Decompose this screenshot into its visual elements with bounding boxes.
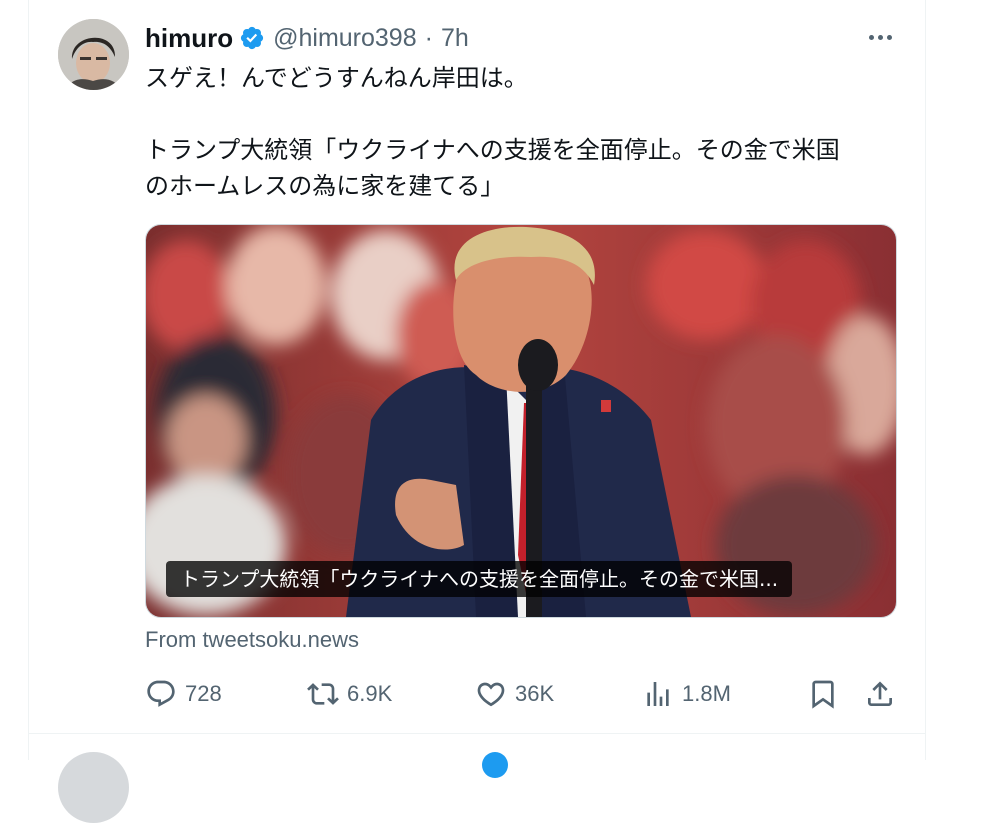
tweet-text-line: トランプ大統領「ウクライナへの支援を全面停止。その金で米国 bbox=[145, 136, 840, 164]
tweet-divider bbox=[28, 733, 925, 734]
views-button[interactable]: 1.8M bbox=[642, 674, 731, 714]
tweet-timestamp[interactable]: 7h bbox=[441, 24, 469, 53]
views-icon bbox=[647, 682, 669, 706]
more-dot bbox=[886, 34, 892, 40]
tweet-actions: 728 6.9K 36K 1.8M bbox=[145, 674, 900, 714]
author-handle[interactable]: @himuro398 bbox=[273, 24, 417, 53]
repost-count: 6.9K bbox=[347, 681, 393, 706]
header-separator: · bbox=[424, 23, 433, 52]
timeline-right-border bbox=[925, 0, 926, 760]
tweet-text-line: スゲえ！んでどうすんねん岸田は。 bbox=[145, 64, 528, 92]
bookmark-button[interactable] bbox=[807, 674, 839, 714]
link-card-caption: トランプ大統領「ウクライナへの支援を全面停止。その金で米国... bbox=[166, 561, 793, 597]
link-card-source[interactable]: From tweetsoku.news bbox=[145, 627, 359, 653]
link-card-image bbox=[146, 225, 896, 617]
heart-icon bbox=[477, 682, 505, 707]
like-button[interactable]: 36K bbox=[475, 674, 554, 714]
reply-count: 728 bbox=[185, 681, 222, 706]
avatar-image bbox=[58, 19, 129, 90]
share-icon bbox=[868, 681, 892, 706]
link-card[interactable]: トランプ大統領「ウクライナへの支援を全面停止。その金で米国... bbox=[145, 224, 897, 618]
bookmark-icon bbox=[812, 680, 834, 709]
repost-icon bbox=[307, 683, 339, 705]
tweet-text: スゲえ！んでどうすんねん岸田は。 トランプ大統領「ウクライナへの支援を全面停止。… bbox=[145, 60, 905, 204]
verified-badge-icon[interactable] bbox=[239, 25, 265, 51]
views-count: 1.8M bbox=[682, 681, 731, 706]
avatar[interactable] bbox=[58, 19, 129, 90]
next-tweet-verified-badge-icon bbox=[482, 752, 508, 778]
tweet-text-line: のホームレスの為に家を建てる」 bbox=[145, 172, 505, 200]
timeline-left-border bbox=[28, 0, 29, 760]
more-dot bbox=[868, 34, 874, 40]
author-name[interactable]: himuro bbox=[145, 23, 233, 54]
like-count: 36K bbox=[515, 681, 555, 706]
next-tweet-avatar[interactable] bbox=[58, 752, 129, 823]
more-icon[interactable] bbox=[862, 24, 898, 50]
tweet-header: himuro @himuro398 · 7h bbox=[145, 22, 469, 54]
reply-icon bbox=[147, 680, 175, 707]
share-button[interactable] bbox=[864, 674, 896, 714]
repost-button[interactable]: 6.9K bbox=[307, 674, 392, 714]
more-dot bbox=[877, 34, 883, 40]
reply-button[interactable]: 728 bbox=[145, 674, 222, 714]
